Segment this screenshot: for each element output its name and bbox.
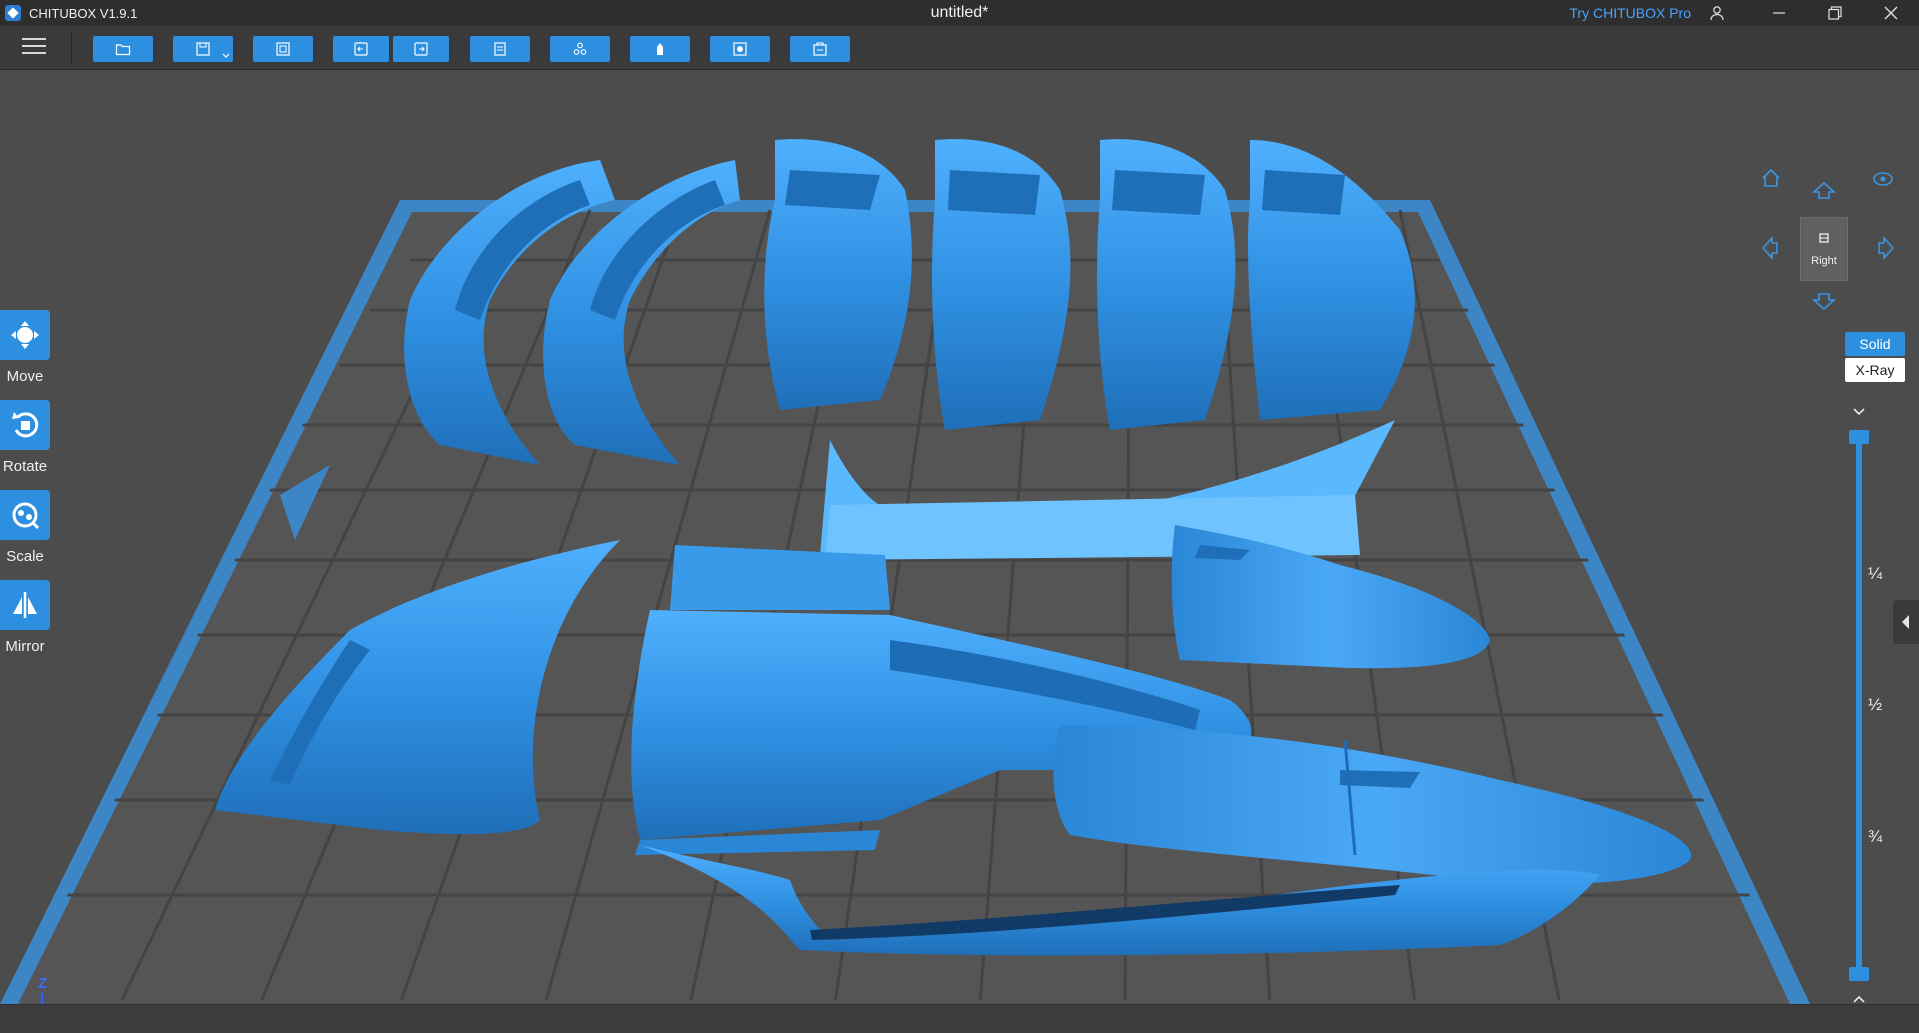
- app-logo-icon: [5, 5, 21, 21]
- layer-slider-top-handle[interactable]: [1849, 430, 1869, 444]
- build-plate-scene[interactable]: [0, 70, 1919, 1004]
- rotate-tool-label: Rotate: [2, 458, 48, 475]
- hollow-icon: [657, 43, 663, 55]
- 3d-viewport[interactable]: Move Rotate Scale Mirror Right Solid X-R…: [0, 70, 1919, 1004]
- dig-hole-button[interactable]: [710, 36, 770, 62]
- xray-mode-button[interactable]: X-Ray: [1845, 358, 1905, 382]
- axes-gizmo: Z Y X: [30, 975, 100, 1004]
- view-cube-face-label: Right: [1811, 255, 1837, 267]
- folder-icon: [115, 44, 131, 56]
- move-tool-label: Move: [6, 368, 44, 385]
- slider-mark-half: ½: [1868, 695, 1883, 714]
- axis-z-label: Z: [38, 975, 48, 992]
- view-right-arrow-icon[interactable]: [1876, 236, 1896, 260]
- main-toolbar: [0, 26, 1919, 70]
- slice-icon: [813, 42, 827, 56]
- close-button[interactable]: [1863, 0, 1919, 26]
- view-cube-face[interactable]: Right: [1800, 217, 1848, 281]
- model-side-panel-3[interactable]: [1097, 139, 1236, 431]
- close-icon: [1884, 6, 1898, 20]
- scale-icon: [0, 490, 50, 540]
- model-side-panel-4[interactable]: [1248, 140, 1415, 420]
- eye-icon[interactable]: [1872, 171, 1894, 187]
- minimize-icon: [1773, 12, 1785, 14]
- status-bar: [0, 1004, 1919, 1033]
- supports-button[interactable]: [550, 36, 610, 62]
- slider-mark-three-quarters: ¾: [1868, 827, 1883, 846]
- rotate-tool[interactable]: Rotate: [0, 400, 52, 480]
- model-side-panel-2[interactable]: [932, 139, 1071, 431]
- slider-mark-quarter: ¼: [1868, 564, 1883, 583]
- home-icon[interactable]: [1760, 167, 1782, 189]
- undo-button[interactable]: [333, 36, 389, 62]
- save-button[interactable]: [173, 36, 233, 62]
- view-top-arrow-icon[interactable]: [1812, 180, 1836, 200]
- slice-button[interactable]: [790, 36, 850, 62]
- scale-tool-label: Scale: [6, 548, 44, 565]
- move-tool[interactable]: Move: [0, 310, 52, 390]
- rotate-icon: [0, 400, 50, 450]
- solid-mode-button[interactable]: Solid: [1845, 332, 1905, 356]
- layout-icon: [276, 42, 290, 56]
- auto-layout-button[interactable]: [253, 36, 313, 62]
- cube-face-icon: [1819, 233, 1829, 243]
- side-panel-toggle[interactable]: [1893, 600, 1919, 644]
- open-file-button[interactable]: [93, 36, 153, 62]
- undo-icon: [354, 42, 368, 56]
- chevron-up-icon[interactable]: [1850, 992, 1868, 1004]
- view-navigator: Right: [1760, 167, 1900, 317]
- mirror-tool-label: Mirror: [5, 638, 45, 655]
- restore-icon: [1828, 6, 1842, 20]
- restore-button[interactable]: [1807, 0, 1863, 26]
- title-bar: CHITUBOX V1.9.1 untitled* Try CHITUBOX P…: [0, 0, 1919, 26]
- scale-tool[interactable]: Scale: [0, 490, 52, 570]
- chevron-down-icon[interactable]: [1850, 405, 1868, 419]
- try-pro-link[interactable]: Try CHITUBOX Pro: [1569, 5, 1691, 21]
- move-icon: [0, 310, 50, 360]
- user-icon[interactable]: [1709, 5, 1725, 21]
- minimize-button[interactable]: [1751, 0, 1807, 26]
- app-name: CHITUBOX V1.9.1: [29, 5, 138, 21]
- supports-icon: [573, 42, 587, 55]
- toolbar-divider: [71, 32, 72, 64]
- chevron-down-icon[interactable]: [222, 53, 230, 59]
- hamburger-menu-button[interactable]: [22, 38, 46, 58]
- layer-slider-bottom-handle[interactable]: [1849, 967, 1869, 981]
- settings-icon: [494, 42, 506, 56]
- model-side-panel-1[interactable]: [764, 139, 912, 411]
- redo-icon: [414, 42, 428, 56]
- save-icon: [196, 42, 210, 56]
- hollow-button[interactable]: [630, 36, 690, 62]
- hole-icon: [733, 42, 747, 56]
- view-bottom-arrow-icon[interactable]: [1812, 292, 1836, 312]
- settings-button[interactable]: [470, 36, 530, 62]
- mirror-tool[interactable]: Mirror: [0, 580, 52, 660]
- mirror-icon: [0, 580, 50, 630]
- chevron-left-icon: [1902, 615, 1909, 629]
- layer-slider-track[interactable]: [1856, 436, 1862, 974]
- redo-button[interactable]: [393, 36, 449, 62]
- view-left-arrow-icon[interactable]: [1760, 236, 1780, 260]
